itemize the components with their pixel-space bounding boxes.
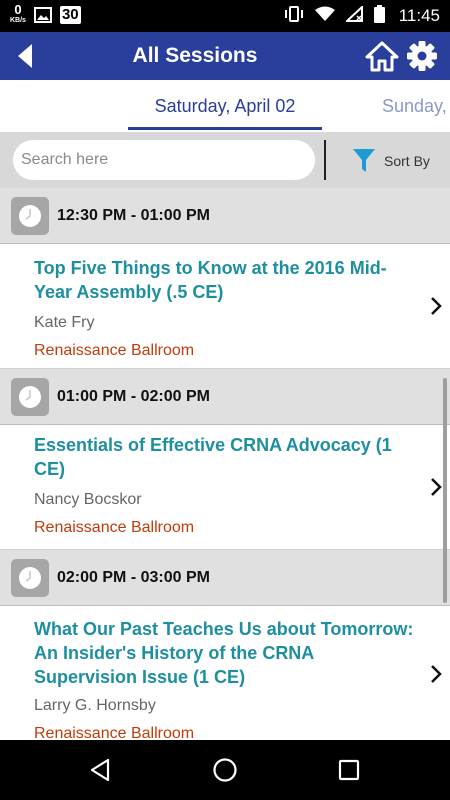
home-button[interactable] xyxy=(364,38,400,74)
search-bar-area: Sort By xyxy=(0,132,450,188)
session-title: What Our Past Teaches Us about Tomorrow:… xyxy=(34,619,414,687)
session-item[interactable]: Top Five Things to Know at the 2016 Mid-… xyxy=(0,244,450,369)
nav-back-icon xyxy=(90,758,110,782)
session-item[interactable]: What Our Past Teaches Us about Tomorrow:… xyxy=(0,606,450,740)
clock-icon xyxy=(11,196,49,235)
nav-home-icon xyxy=(213,758,237,782)
network-speed-unit: KB/s xyxy=(10,17,26,24)
settings-button[interactable] xyxy=(404,38,440,74)
chevron-right-icon xyxy=(431,297,442,315)
time-slot-header: 02:00 PM - 03:00 PM xyxy=(0,550,450,606)
search-input[interactable] xyxy=(13,140,315,180)
signal-off-icon xyxy=(344,4,364,27)
tab-sunday[interactable]: Sunday, xyxy=(382,96,447,117)
calendar-notification-icon: 30 xyxy=(59,6,81,24)
time-slot-label: 02:00 PM - 03:00 PM xyxy=(57,568,210,586)
time-slot-label: 01:00 PM - 02:00 PM xyxy=(57,387,210,405)
sort-by-label: Sort By xyxy=(384,153,430,169)
filter-icon xyxy=(353,149,375,172)
battery-icon xyxy=(373,4,385,28)
session-room: Renaissance Ballroom xyxy=(34,519,195,536)
app-header: All Sessions xyxy=(0,32,450,80)
clock-icon xyxy=(11,377,49,416)
session-list[interactable]: 12:30 PM - 01:00 PM Top Five Things to K… xyxy=(0,188,450,740)
session-speaker: Nancy Bocskor xyxy=(34,491,142,508)
time-slot-header: 12:30 PM - 01:00 PM xyxy=(0,188,450,244)
session-speaker: Larry G. Hornsby xyxy=(34,697,156,714)
session-room: Renaissance Ballroom xyxy=(34,342,195,359)
session-speaker: Kate Fry xyxy=(34,314,95,331)
nav-home-button[interactable] xyxy=(209,754,241,786)
nav-recents-button[interactable] xyxy=(333,754,365,786)
search-divider xyxy=(324,140,326,180)
clock-icon xyxy=(11,558,49,597)
system-nav-bar xyxy=(0,740,450,800)
network-speed: 0 KB/s xyxy=(10,3,26,24)
nav-recents-icon xyxy=(338,759,360,781)
session-item[interactable]: Essentials of Effective CRNA Advocacy (1… xyxy=(0,425,450,550)
session-title: Top Five Things to Know at the 2016 Mid-… xyxy=(34,258,387,302)
session-title: Essentials of Effective CRNA Advocacy (1… xyxy=(34,435,392,479)
date-tabs: Saturday, April 02 Sunday, xyxy=(0,80,450,132)
chevron-right-icon xyxy=(431,665,442,683)
vibrate-icon xyxy=(284,5,304,27)
network-speed-value: 0 xyxy=(14,2,22,17)
tab-saturday[interactable]: Saturday, April 02 xyxy=(128,96,322,117)
nav-back-button[interactable] xyxy=(84,754,116,786)
gear-icon xyxy=(407,41,437,71)
scrollbar-thumb[interactable] xyxy=(443,378,447,603)
chevron-right-icon xyxy=(431,478,442,496)
image-notification-icon xyxy=(33,7,52,28)
time-slot-label: 12:30 PM - 01:00 PM xyxy=(57,206,210,224)
wifi-icon xyxy=(314,6,336,27)
status-bar: 0 KB/s 30 11:45 xyxy=(0,0,450,32)
time-slot-header: 01:00 PM - 02:00 PM xyxy=(0,369,450,425)
page-title: All Sessions xyxy=(132,44,258,67)
home-icon xyxy=(365,41,399,72)
clock-time: 11:45 xyxy=(398,6,440,25)
sort-by-button[interactable]: Sort By xyxy=(352,148,430,174)
active-tab-indicator xyxy=(128,127,322,130)
session-room: Renaissance Ballroom xyxy=(34,725,195,740)
